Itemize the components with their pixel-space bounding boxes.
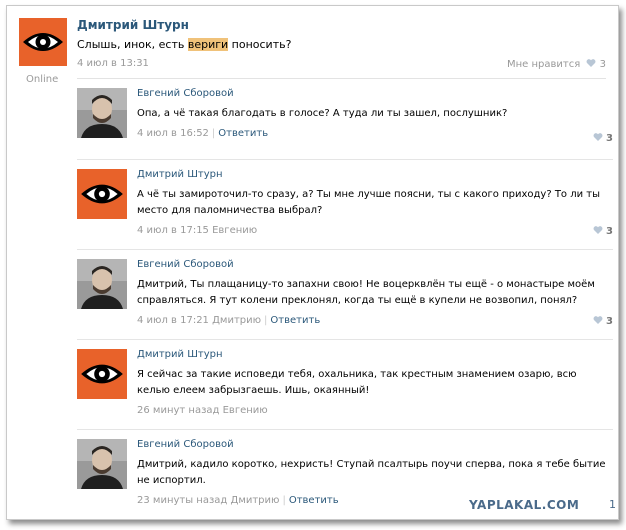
comment-date[interactable]: 4 июл в 17:21 Дмитрию: [137, 315, 261, 326]
comment-avatar[interactable]: [77, 169, 127, 219]
comment-item: Дмитрий Штурн Я сейчас за такие исповеди …: [77, 349, 613, 430]
eye-icon: [81, 184, 123, 204]
person-photo-icon: [77, 439, 127, 489]
person-photo-icon: [77, 259, 127, 309]
comment-text: Дмитрий, Ты плащаницу-то запахни свою! Н…: [137, 279, 595, 306]
comment-divider: [77, 159, 613, 160]
comment-text: А чё ты замироточил-то сразу, а? Ты мне …: [137, 189, 601, 216]
comment-author[interactable]: Евгений Сборовой: [137, 439, 234, 450]
comment-avatar[interactable]: [77, 259, 127, 309]
comment-date[interactable]: 4 июл в 17:15 Евгению: [137, 225, 257, 236]
divider: [77, 78, 606, 79]
comment-like-count: 3: [606, 226, 613, 237]
comment-avatar[interactable]: [77, 88, 127, 138]
eye-icon: [23, 33, 63, 51]
post-like-button[interactable]: Мне нравится 3: [507, 58, 606, 70]
post-author-avatar[interactable]: [19, 18, 67, 66]
comment-date[interactable]: 4 июл в 16:52: [137, 128, 209, 139]
meta-separator: |: [264, 315, 268, 326]
post-text: Слышь, инок, есть вериги поносить?: [77, 38, 292, 51]
reply-link[interactable]: Ответить: [289, 495, 339, 506]
comment-divider: [77, 429, 613, 430]
post-date[interactable]: 4 июл в 13:31: [77, 58, 149, 69]
comment-meta: 23 минуты назад Дмитрию | Ответить: [137, 495, 339, 506]
wall-post-card: Online Дмитрий Штурн Слышь, инок, есть в…: [6, 5, 619, 520]
comment-text: Опа, а чё такая благодать в голосе? А ту…: [137, 108, 508, 119]
like-count: 3: [599, 59, 606, 70]
comment-like-count: 3: [606, 133, 613, 144]
heart-icon: [593, 316, 602, 324]
highlighted-word: вериги: [187, 38, 229, 51]
comment-author[interactable]: Дмитрий Штурн: [137, 349, 223, 360]
comment-like-button[interactable]: 3: [590, 225, 613, 237]
watermark-number: 1: [609, 498, 616, 511]
comment-divider: [77, 249, 613, 250]
comment-item: Евгений Сборовой Дмитрий, Ты плащаницу-то…: [77, 259, 613, 340]
heart-icon: [593, 133, 602, 141]
comment-avatar[interactable]: [77, 349, 127, 399]
comment-divider: [77, 339, 613, 340]
post-author-name[interactable]: Дмитрий Штурн: [77, 18, 189, 32]
comment-author[interactable]: Дмитрий Штурн: [137, 169, 223, 180]
heart-icon: [586, 59, 596, 67]
comment-like-button[interactable]: 3: [590, 132, 613, 144]
comment-date[interactable]: 23 минуты назад Дмитрию: [137, 495, 279, 506]
comment-item: Дмитрий Штурн А чё ты замироточил-то сраз…: [77, 169, 613, 250]
eye-icon: [81, 364, 123, 384]
comment-meta: 4 июл в 17:15 Евгению: [137, 225, 257, 236]
watermark: YAPLAKAL.COM: [469, 498, 580, 512]
heart-icon: [593, 226, 602, 234]
comment-date[interactable]: 26 минут назад Евгению: [137, 405, 268, 416]
comment-avatar[interactable]: [77, 439, 127, 489]
meta-separator: |: [282, 495, 286, 506]
comment-author[interactable]: Евгений Сборовой: [137, 259, 234, 270]
reply-link[interactable]: Ответить: [270, 315, 320, 326]
comment-meta: 26 минут назад Евгению: [137, 405, 268, 416]
person-photo-icon: [77, 88, 127, 138]
comment-text: Дмитрий, кадило коротко, нехристь! Ступа…: [137, 459, 606, 486]
comment-item: Евгений Сборовой Опа, а чё такая благодат…: [77, 88, 613, 168]
like-label: Мне нравится: [507, 59, 581, 70]
comment-text: Я сейчас за такие исповеди тебя, охальни…: [137, 369, 577, 396]
comment-meta: 4 июл в 16:52 | Ответить: [137, 128, 268, 139]
online-status: Online: [26, 74, 59, 85]
comment-like-count: 3: [606, 316, 613, 327]
comment-like-button[interactable]: 3: [590, 315, 613, 327]
comment-author[interactable]: Евгений Сборовой: [137, 88, 234, 99]
comment-meta: 4 июл в 17:21 Дмитрию | Ответить: [137, 315, 320, 326]
meta-separator: |: [211, 128, 216, 139]
reply-link[interactable]: Ответить: [218, 128, 268, 139]
